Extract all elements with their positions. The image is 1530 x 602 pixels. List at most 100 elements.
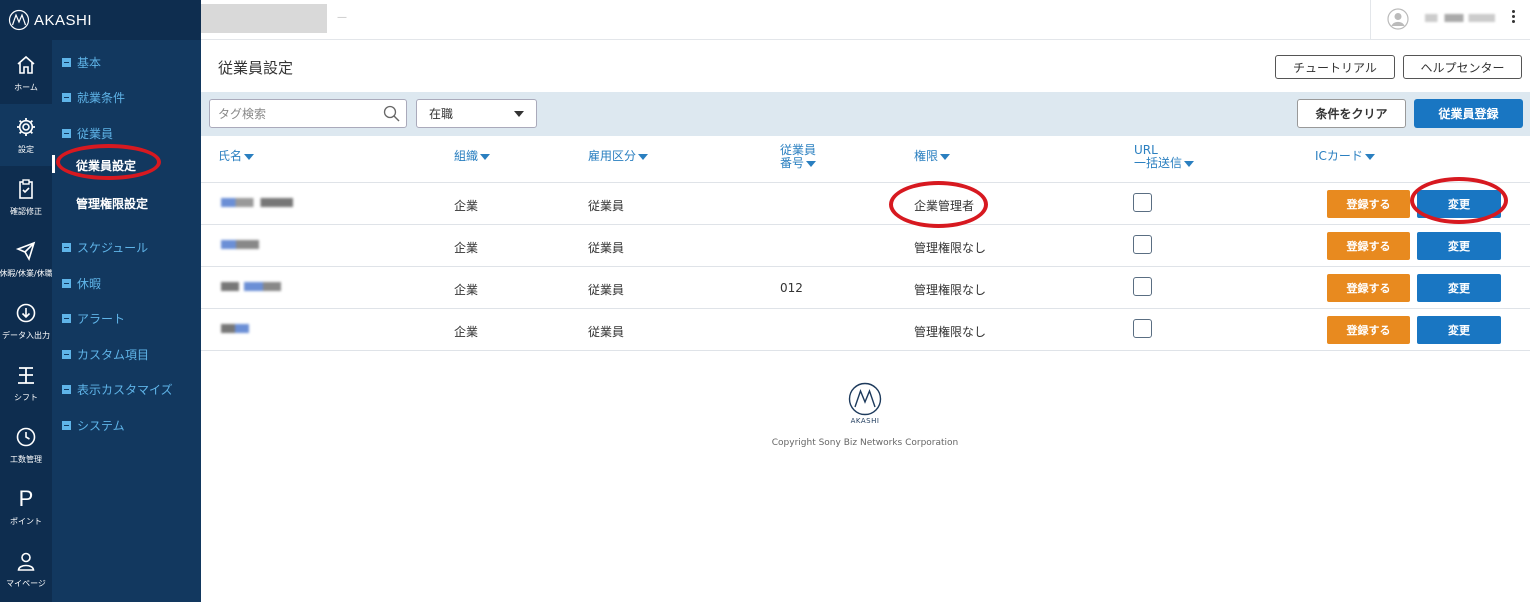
employee-register-button[interactable]: 従業員登録 — [1414, 99, 1523, 128]
subnav-work-conditions-label: 就業条件 — [77, 91, 126, 105]
rail-item-leave[interactable]: 休暇/休業/休職 — [0, 228, 53, 290]
shift-icon — [18, 366, 34, 384]
subnav-system-label: システム — [77, 419, 125, 433]
sort-arrow-icon — [1364, 153, 1375, 160]
sort-arrow-icon — [1184, 160, 1195, 167]
header-employee-number[interactable]: 従業員 番号 — [780, 144, 817, 170]
header-organization[interactable]: 組織 — [454, 149, 491, 163]
url-bulk-send-checkbox[interactable] — [1133, 277, 1152, 296]
rail-label-home: ホーム — [14, 82, 38, 92]
rail-item-data-io[interactable]: データ入出力 — [0, 290, 52, 352]
header-permission[interactable]: 権限 — [914, 149, 951, 163]
url-bulk-send-checkbox[interactable] — [1133, 319, 1152, 338]
ic-card-register-button[interactable]: 登録する — [1327, 190, 1410, 218]
header-employment-type[interactable]: 雇用区分 — [588, 149, 649, 163]
table-row: 企業 従業員 管理権限なし 登録する 変更 — [201, 309, 1530, 351]
rail-label-leave: 休暇/休業/休職 — [0, 268, 53, 278]
subnav-basic[interactable]: 基本 — [62, 54, 101, 71]
cell-organization: 企業 — [454, 283, 479, 297]
cell-organization: 企業 — [454, 199, 479, 213]
header-url-bulk-send[interactable]: URL 一括送信 — [1134, 143, 1195, 170]
rail-label-shift: シフト — [14, 392, 38, 402]
header-permission-label: 権限 — [914, 149, 939, 163]
employee-name-redacted[interactable] — [221, 198, 293, 207]
collapse-icon — [62, 58, 71, 67]
subnav-display-customize[interactable]: 表示カスタマイズ — [62, 381, 173, 398]
subnav-system[interactable]: システム — [62, 417, 125, 434]
rail-item-man-hours[interactable]: 工数管理 — [0, 414, 52, 476]
ic-card-change-button[interactable]: 変更 — [1417, 316, 1501, 344]
employee-name-redacted[interactable] — [221, 240, 259, 249]
cell-employment-type: 従業員 — [588, 283, 625, 297]
url-bulk-send-checkbox[interactable] — [1133, 193, 1152, 212]
akashi-logo-icon — [8, 9, 30, 31]
tag-search-input[interactable] — [210, 100, 370, 127]
page-title: 従業員設定 — [218, 59, 294, 77]
rail-item-review[interactable]: 確認修正 — [0, 166, 52, 228]
home-icon — [17, 55, 35, 74]
subnav-alert[interactable]: アラート — [62, 310, 125, 327]
table-row: 企業 従業員 企業管理者 登録する 変更 — [201, 183, 1530, 225]
ic-card-register-button[interactable]: 登録する — [1327, 274, 1410, 302]
employment-status-select[interactable]: 在職 — [416, 99, 537, 128]
url-bulk-send-checkbox[interactable] — [1133, 235, 1152, 254]
caret-down-icon — [514, 111, 524, 117]
cell-organization: 企業 — [454, 325, 479, 339]
collapse-icon — [62, 314, 71, 323]
rail-item-settings[interactable]: 設定 — [0, 104, 52, 166]
cell-employment-type: 従業員 — [588, 199, 625, 213]
rail-label-points: ポイント — [10, 516, 42, 526]
company-name-redacted — [201, 4, 327, 33]
rail-item-mypage[interactable]: マイページ — [0, 538, 52, 600]
collapse-icon — [62, 93, 71, 102]
subnav-vacation[interactable]: 休暇 — [62, 275, 101, 292]
footer-brand: AKASHI — [850, 417, 880, 425]
employee-name-redacted[interactable] — [221, 324, 249, 333]
filter-bar: 在職 条件をクリア 従業員登録 — [201, 92, 1530, 136]
active-indicator — [52, 155, 55, 173]
search-icon[interactable] — [383, 105, 400, 122]
help-center-button[interactable]: ヘルプセンター — [1403, 55, 1522, 79]
gear-icon — [17, 117, 35, 136]
subnav-employee[interactable]: 従業員 — [62, 125, 113, 142]
cell-employee-number: 012 — [780, 281, 803, 295]
header-organization-label: 組織 — [454, 149, 479, 163]
ic-card-change-button[interactable]: 変更 — [1417, 274, 1501, 302]
ic-card-change-button[interactable]: 変更 — [1417, 232, 1501, 260]
copyright-text: Copyright Sony Biz Networks Corporation — [771, 438, 959, 448]
kebab-menu-icon[interactable] — [1512, 10, 1516, 25]
user-menu[interactable] — [1370, 0, 1530, 40]
subnav-schedule[interactable]: スケジュール — [62, 239, 148, 256]
header-employment-type-label: 雇用区分 — [588, 149, 637, 163]
subnav-employee-settings[interactable]: 従業員設定 — [76, 157, 136, 174]
ic-card-register-button[interactable]: 登録する — [1327, 232, 1410, 260]
cell-permission: 管理権限なし — [914, 241, 987, 255]
subnav-work-conditions[interactable]: 就業条件 — [62, 89, 125, 106]
subnav-basic-label: 基本 — [77, 56, 102, 70]
collapse-icon — [62, 385, 71, 394]
clear-conditions-button[interactable]: 条件をクリア — [1297, 99, 1406, 128]
app-logo[interactable]: AKASHI — [0, 0, 201, 40]
header-name[interactable]: 氏名 — [218, 150, 255, 163]
subnav-admin-permission-settings[interactable]: 管理権限設定 — [76, 195, 148, 212]
table-header: 氏名 組織 雇用区分 従業員 番号 権限 URL 一括送信 ICカード — [201, 136, 1530, 183]
icon-rail: ホーム 設定 確認修正 休暇/休業/休職 データ入出力 シフト 工数管理 P ポ — [0, 0, 53, 602]
ic-card-change-button[interactable]: 変更 — [1417, 190, 1501, 218]
rail-item-shift[interactable]: シフト — [0, 352, 52, 414]
header-url-line1: URL — [1134, 143, 1158, 157]
rail-label-data-io: データ入出力 — [2, 330, 50, 340]
subnav-custom-items[interactable]: カスタム項目 — [62, 346, 149, 363]
sort-arrow-icon — [638, 153, 649, 160]
subnav-employee-label: 従業員 — [77, 127, 114, 141]
employee-name-redacted[interactable] — [221, 282, 281, 291]
app-root: AKASHI ホーム 設定 確認修正 休暇/休業/休職 データ入出力 シフト 工… — [0, 0, 1530, 602]
ic-card-register-button[interactable]: 登録する — [1327, 316, 1410, 344]
settings-subnav: 基本 就業条件 従業員 従業員設定 管理権限設定 スケジュール 休暇 アラート … — [52, 40, 201, 602]
header-ic-card[interactable]: ICカード — [1315, 150, 1375, 163]
tutorial-button[interactable]: チュートリアル — [1275, 55, 1395, 79]
sort-arrow-icon — [480, 153, 491, 160]
collapse-icon — [62, 279, 71, 288]
rail-item-home[interactable]: ホーム — [0, 42, 52, 104]
rail-label-man-hours: 工数管理 — [10, 454, 42, 464]
rail-item-points[interactable]: P ポイント — [0, 476, 52, 538]
